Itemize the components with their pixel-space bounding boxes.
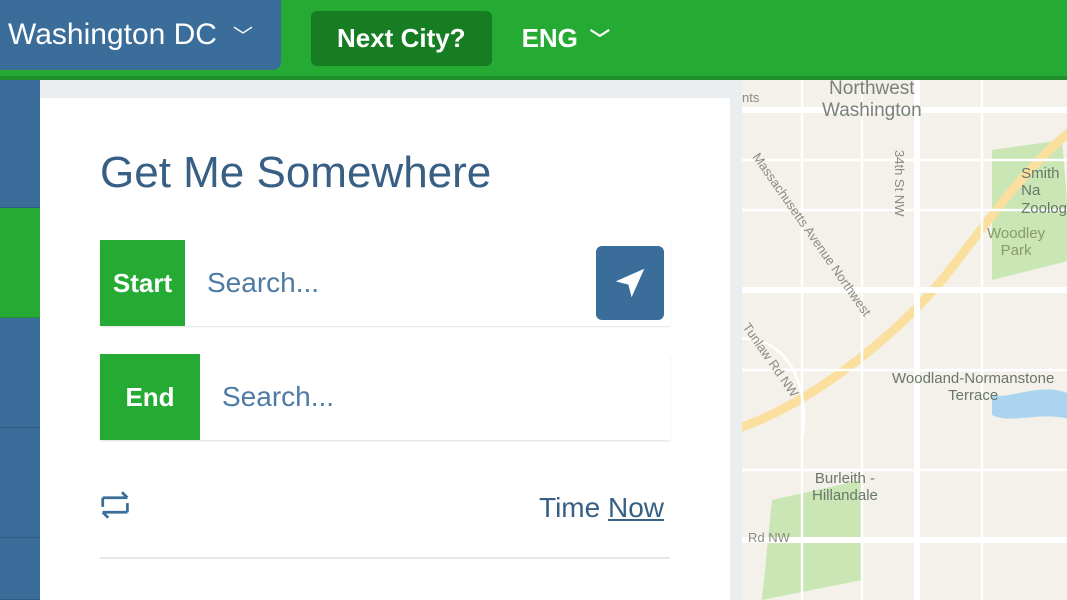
end-input[interactable] bbox=[200, 354, 670, 440]
start-label: Start bbox=[100, 240, 185, 326]
nav-item-2[interactable] bbox=[0, 208, 40, 318]
panel-title: Get Me Somewhere bbox=[100, 148, 670, 198]
end-row: End bbox=[100, 354, 670, 440]
map-road-nts: nts bbox=[742, 90, 759, 105]
nav-rail bbox=[0, 80, 40, 600]
chevron-down-icon: ﹀ bbox=[590, 30, 610, 50]
nav-item-3[interactable] bbox=[0, 318, 40, 428]
top-bar: Washington DC ﹀ Next City? ENG ﹀ bbox=[0, 0, 1067, 80]
nav-item-4[interactable] bbox=[0, 428, 40, 538]
nav-spacer bbox=[0, 80, 40, 98]
next-city-button[interactable]: Next City? bbox=[311, 11, 492, 66]
map-area-northwest: NorthwestWashington bbox=[822, 80, 922, 122]
end-label: End bbox=[100, 354, 200, 440]
map-road-rdnw: Rd NW bbox=[748, 530, 790, 545]
locate-button[interactable] bbox=[596, 246, 664, 320]
city-selector[interactable]: Washington DC ﹀ bbox=[0, 0, 281, 70]
nav-item-1[interactable] bbox=[0, 98, 40, 208]
time-value-link[interactable]: Now bbox=[608, 492, 664, 523]
time-row: Time Now bbox=[539, 492, 664, 524]
navigate-arrow-icon bbox=[611, 264, 649, 302]
nav-item-5[interactable] bbox=[0, 538, 40, 600]
directions-panel: Get Me Somewhere Start End Time Now bbox=[40, 80, 730, 600]
city-name: Washington DC bbox=[8, 18, 217, 52]
map-area-smith: SmithNaZoolog bbox=[1021, 165, 1067, 217]
language-selector[interactable]: ENG ﹀ bbox=[522, 23, 610, 54]
chevron-down-icon: ﹀ bbox=[233, 27, 253, 47]
map-road-34th: 34th St NW bbox=[892, 150, 907, 216]
language-code: ENG bbox=[522, 23, 578, 54]
map[interactable]: NorthwestWashington SmithNaZoolog Woodle… bbox=[730, 80, 1067, 600]
main-body: Get Me Somewhere Start End Time Now bbox=[0, 80, 1067, 600]
map-area-woodland: Woodland-NormanstoneTerrace bbox=[892, 370, 1054, 405]
map-area-burleith: Burleith -Hillandale bbox=[812, 470, 878, 505]
start-input[interactable] bbox=[185, 240, 590, 326]
start-row: Start bbox=[100, 240, 670, 326]
map-area-woodley: WoodleyPark bbox=[987, 225, 1045, 260]
swap-icon bbox=[100, 488, 142, 522]
swap-button[interactable] bbox=[100, 488, 142, 527]
panel-footer-row: Time Now bbox=[100, 468, 670, 559]
time-label: Time bbox=[539, 492, 600, 523]
